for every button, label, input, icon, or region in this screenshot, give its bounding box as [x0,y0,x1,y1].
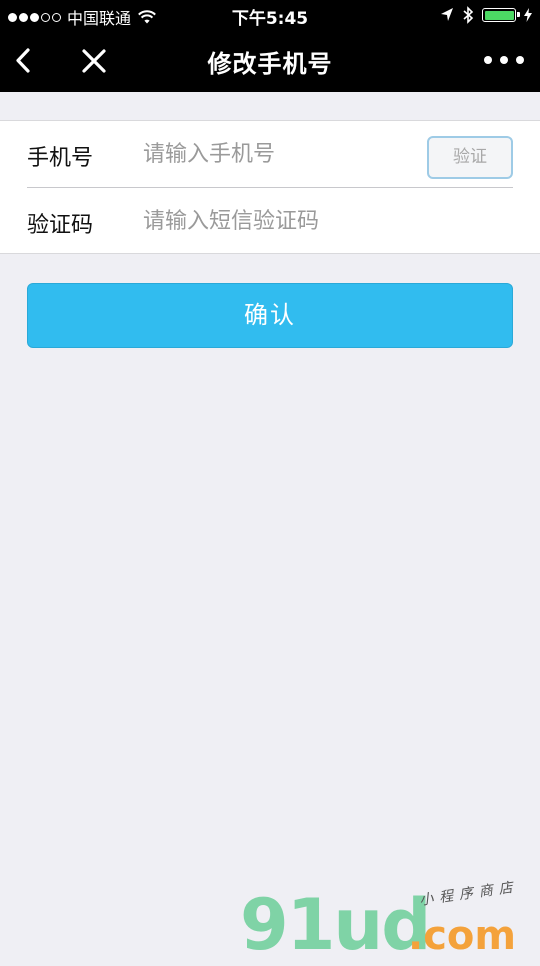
code-label: 验证码 [27,213,94,238]
phone-form: 手机号 验证 验证码 [0,120,540,254]
watermark-brand-text: 91ud [240,884,431,966]
status-right [440,6,532,24]
location-arrow-icon [441,8,453,21]
code-row: 验证码 [0,188,540,254]
nav-bar: 修改手机号 [0,30,540,92]
watermark-brand: 91ud [240,890,431,960]
phone-label: 手机号 [27,146,94,171]
watermark-tagline: 小程序商店 [418,879,520,909]
more-button[interactable] [484,52,524,68]
page-title: 修改手机号 [207,50,333,78]
charging-bolt-icon [524,8,532,22]
confirm-button[interactable]: 确认 [27,283,513,348]
battery-icon [482,8,520,22]
phone-input[interactable] [143,135,413,173]
more-dots-icon [484,56,492,64]
sms-code-input[interactable] [143,202,513,240]
bluetooth-icon [463,6,474,24]
battery-level [484,10,514,20]
watermark-domain: .com [408,913,517,959]
watermark-logo: 91ud .com 小程序商店 [240,879,540,960]
phone-row: 手机号 验证 [0,121,540,187]
verify-button[interactable]: 验证 [427,136,513,179]
status-bar: 中国联通 下午5:45 [0,0,540,30]
